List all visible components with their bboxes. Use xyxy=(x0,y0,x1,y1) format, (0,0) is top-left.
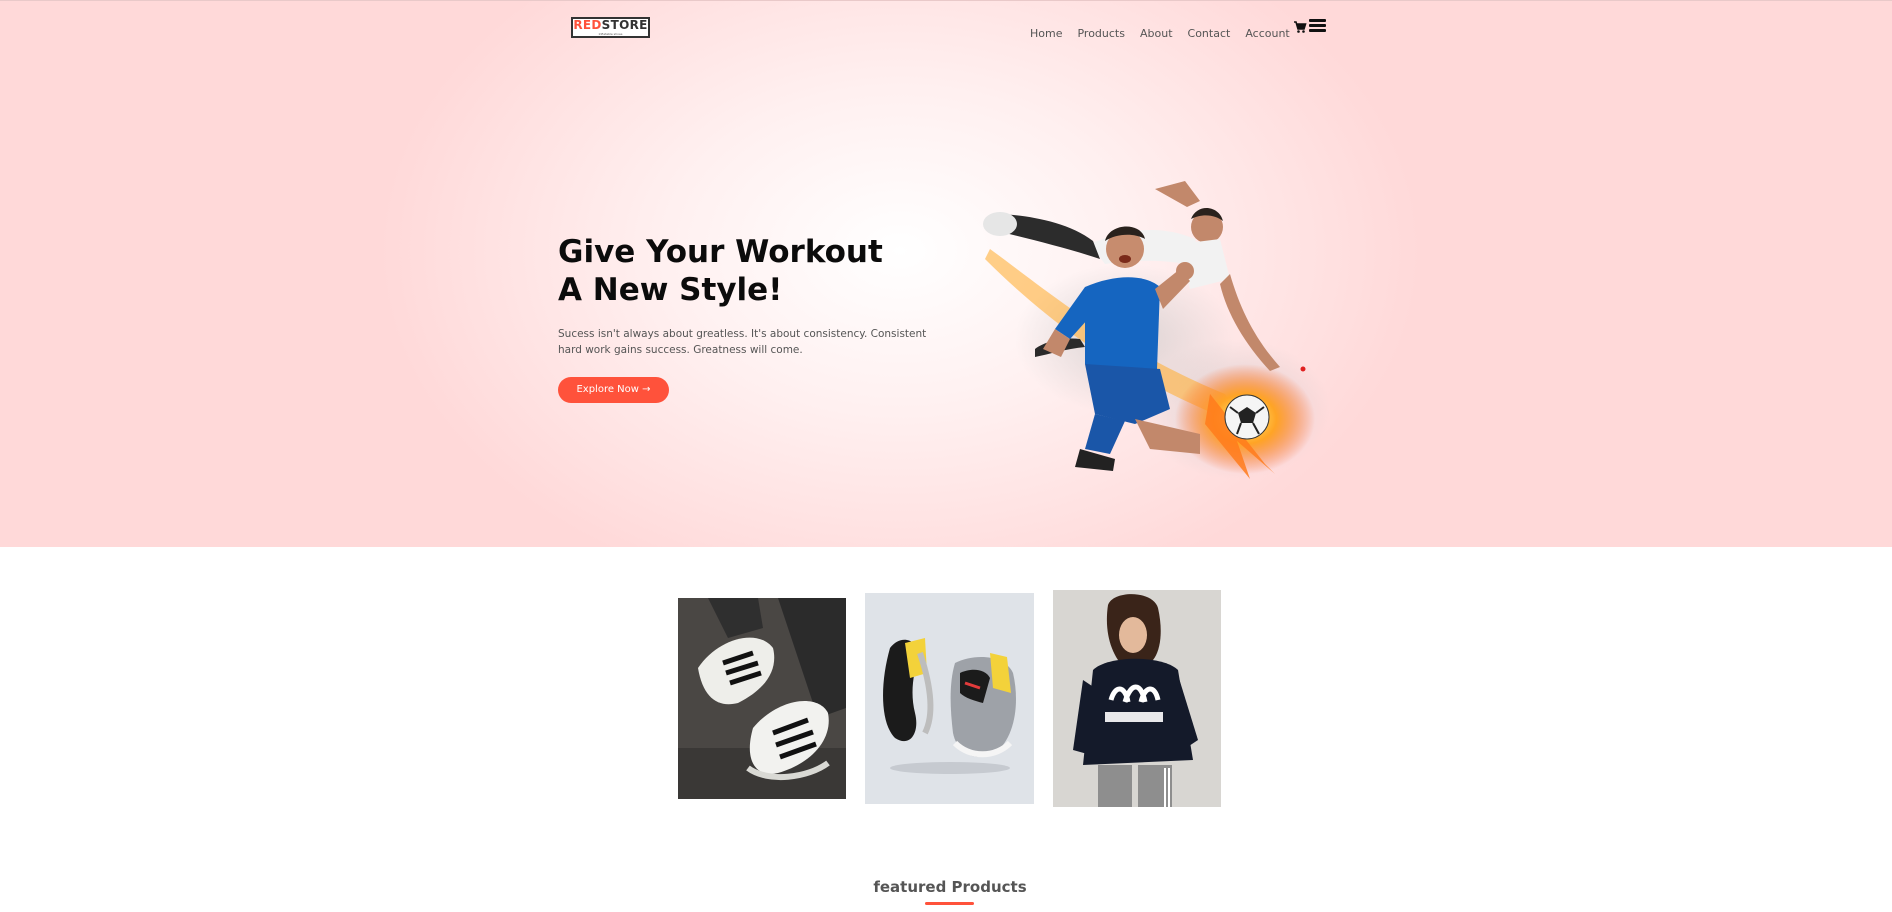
hero-desc-line2: hard work gains success. Greatness will … xyxy=(558,344,803,356)
nav-contact[interactable]: Contact xyxy=(1188,27,1231,40)
hero-section: REDSTORE Inflatable shoes Home Products … xyxy=(0,0,1892,547)
featured-products-title: featured Products xyxy=(873,878,1027,896)
explore-now-button[interactable]: Explore Now → xyxy=(558,377,669,403)
category-image-sneakers[interactable] xyxy=(678,598,846,799)
nav-home[interactable]: Home xyxy=(1030,27,1062,40)
brand-name-dark: STORE xyxy=(601,18,648,32)
category-image-hoodie[interactable] xyxy=(1053,590,1221,807)
cart-icon[interactable] xyxy=(1293,19,1307,33)
brand-logo[interactable]: REDSTORE Inflatable shoes xyxy=(571,17,650,38)
main-nav: Home Products About Contact Account xyxy=(1030,27,1305,40)
menu-icon[interactable] xyxy=(1309,19,1326,33)
title-underline xyxy=(925,902,974,905)
category-image-running-shoes[interactable] xyxy=(865,593,1034,804)
hero-title: Give Your Workout A New Style! xyxy=(558,233,938,309)
nav-products[interactable]: Products xyxy=(1077,27,1125,40)
nav-account[interactable]: Account xyxy=(1245,27,1289,40)
brand-tagline: Inflatable shoes xyxy=(598,32,623,36)
hero-title-line2: A New Style! xyxy=(558,272,783,308)
hero-description: Sucess isn't always about greatless. It'… xyxy=(558,326,938,358)
nav-about[interactable]: About xyxy=(1140,27,1173,40)
hero-desc-line1: Sucess isn't always about greatless. It'… xyxy=(558,328,927,340)
hero-title-line1: Give Your Workout xyxy=(558,234,883,270)
brand-name-red: RED xyxy=(573,18,602,32)
hero-football-image xyxy=(975,179,1335,497)
